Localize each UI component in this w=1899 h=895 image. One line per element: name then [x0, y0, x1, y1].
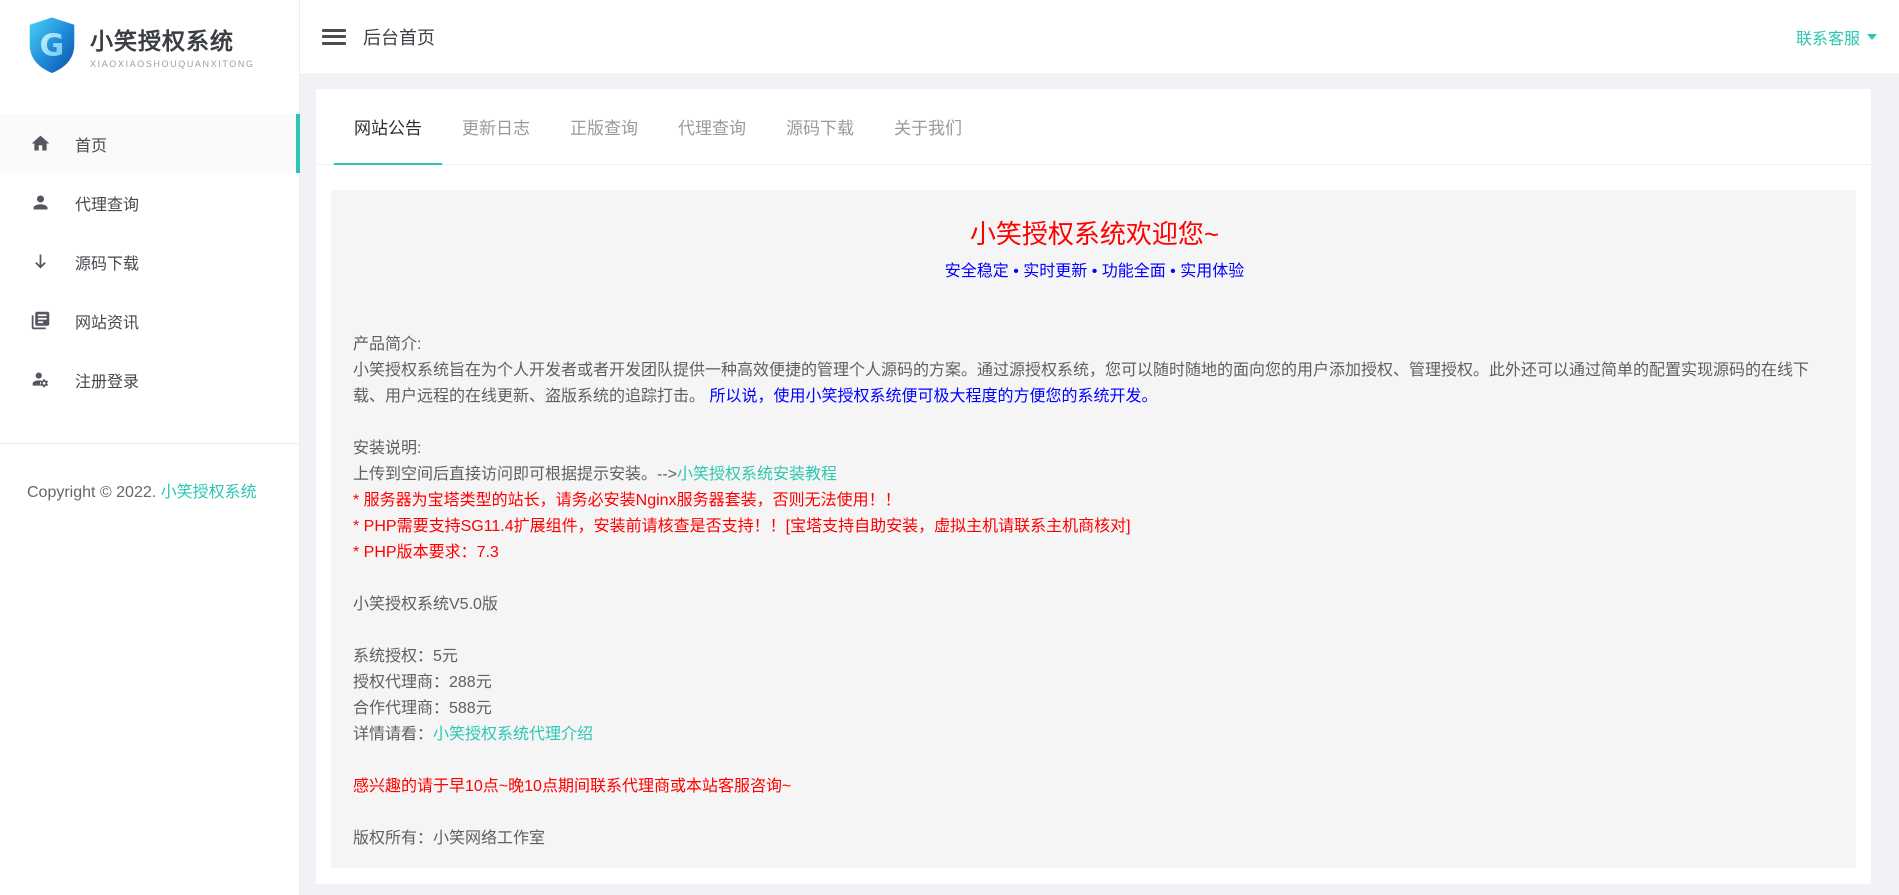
warning-nginx: * 服务器为宝塔类型的站长，请务必安装Nginx服务器套装，否则无法使用！！	[353, 488, 1836, 514]
warning-php-version: * PHP版本要求：7.3	[353, 540, 1836, 566]
tab-source-download[interactable]: 源码下载	[766, 89, 874, 165]
caret-down-icon	[1867, 34, 1877, 40]
spacer	[353, 618, 1836, 644]
download-arrow-icon	[30, 251, 51, 272]
copyright-text: Copyright © 2022.	[27, 484, 161, 501]
intro-label: 产品简介:	[353, 332, 1836, 358]
tab-site-announcement[interactable]: 网站公告	[334, 89, 442, 165]
detail-line: 详情请看：小笑授权系统代理介绍	[353, 722, 1836, 748]
content-area: 网站公告 更新日志 正版查询 代理查询 源码下载 关于我们 小笑授权系统欢迎您~…	[300, 73, 1899, 895]
brand-text: 小笑授权系统 XIAOXIAOSHOUQUANXITONG	[90, 22, 255, 69]
contact-service-label: 联系客服	[1796, 25, 1860, 49]
announcement-body: 产品简介: 小笑授权系统旨在为个人开发者或者开发团队提供一种高效便捷的管理个人源…	[353, 332, 1836, 852]
person-icon	[30, 192, 51, 213]
welcome-tagline: 安全稳定 • 实时更新 • 功能全面 • 实用体验	[353, 260, 1836, 284]
announcement-panel: 小笑授权系统欢迎您~ 安全稳定 • 实时更新 • 功能全面 • 实用体验 产品简…	[331, 190, 1856, 868]
topbar: 后台首页 联系客服	[300, 0, 1899, 73]
contact-service-dropdown[interactable]: 联系客服	[1796, 25, 1877, 49]
home-icon	[30, 133, 51, 154]
spacer	[353, 748, 1836, 774]
sidebar-item-label: 首页	[75, 132, 107, 156]
price-agent: 授权代理商：288元	[353, 670, 1836, 696]
brand-subtitle: XIAOXIAOSHOUQUANXITONG	[90, 59, 255, 69]
sidebar-item-label: 注册登录	[75, 368, 139, 392]
copyright-owner: 版权所有：小笑网络工作室	[353, 826, 1836, 852]
price-partner: 合作代理商：588元	[353, 696, 1836, 722]
spacer	[353, 566, 1836, 592]
warning-sg11: * PHP需要支持SG11.4扩展组件，安装前请核查是否支持！！[宝塔支持自助安…	[353, 514, 1836, 540]
tab-genuine-query[interactable]: 正版查询	[550, 89, 658, 165]
spacer	[353, 410, 1836, 436]
tab-update-log[interactable]: 更新日志	[442, 89, 550, 165]
sidebar-item-label: 源码下载	[75, 250, 139, 274]
spacer	[353, 800, 1836, 826]
sidebar: G 小笑授权系统 XIAOXIAOSHOUQUANXITONG 首页 代理查询	[0, 0, 300, 895]
sidebar-item-label: 代理查询	[75, 191, 139, 215]
tab-bar: 网站公告 更新日志 正版查询 代理查询 源码下载 关于我们	[316, 89, 1871, 165]
sidebar-item-source-download[interactable]: 源码下载	[0, 232, 299, 291]
notice-card: 网站公告 更新日志 正版查询 代理查询 源码下载 关于我们 小笑授权系统欢迎您~…	[316, 89, 1871, 884]
detail-label: 详情请看：	[353, 726, 433, 743]
sidebar-item-register-login[interactable]: 注册登录	[0, 350, 299, 409]
sidebar-item-home[interactable]: 首页	[0, 114, 299, 173]
main-area: 后台首页 联系客服 网站公告 更新日志 正版查询 代理查询 源码下载 关于我们 …	[300, 0, 1899, 895]
tab-agent-query[interactable]: 代理查询	[658, 89, 766, 165]
user-gear-icon	[30, 369, 51, 390]
topbar-title: 后台首页	[363, 24, 435, 50]
intro-highlight: 所以说，使用小笑授权系统便可极大程度的方便您的系统开发。	[705, 388, 1157, 405]
contact-hours-notice: 感兴趣的请于早10点~晚10点期间联系代理商或本站客服咨询~	[353, 774, 1836, 800]
copyright: Copyright © 2022. 小笑授权系统	[0, 444, 299, 506]
svg-text:G: G	[40, 28, 65, 63]
shield-logo-icon: G	[26, 16, 78, 74]
copyright-brand-link[interactable]: 小笑授权系统	[161, 484, 257, 501]
brand-logo[interactable]: G 小笑授权系统 XIAOXIAOSHOUQUANXITONG	[0, 0, 299, 90]
sidebar-item-agent-query[interactable]: 代理查询	[0, 173, 299, 232]
app-root: G 小笑授权系统 XIAOXIAOSHOUQUANXITONG 首页 代理查询	[0, 0, 1899, 895]
sidebar-item-site-news[interactable]: 网站资讯	[0, 291, 299, 350]
news-icon	[30, 310, 51, 331]
sidebar-nav: 首页 代理查询 源码下载 网站资讯	[0, 114, 299, 409]
menu-toggle-icon[interactable]	[322, 29, 346, 45]
tab-about-us[interactable]: 关于我们	[874, 89, 982, 165]
install-instruction: 上传到空间后直接访问即可根据提示安装。-->小笑授权系统安装教程	[353, 462, 1836, 488]
install-label: 安装说明:	[353, 436, 1836, 462]
intro-paragraph: 小笑授权系统旨在为个人开发者或者开发团队提供一种高效便捷的管理个人源码的方案。通…	[353, 358, 1836, 410]
sidebar-item-label: 网站资讯	[75, 309, 139, 333]
welcome-title: 小笑授权系统欢迎您~	[353, 216, 1836, 252]
brand-title: 小笑授权系统	[90, 22, 255, 56]
install-text: 上传到空间后直接访问即可根据提示安装。-->	[353, 466, 677, 483]
install-tutorial-link[interactable]: 小笑授权系统安装教程	[677, 466, 837, 483]
version-text: 小笑授权系统V5.0版	[353, 592, 1836, 618]
price-system: 系统授权：5元	[353, 644, 1836, 670]
agent-intro-link[interactable]: 小笑授权系统代理介绍	[433, 726, 593, 743]
